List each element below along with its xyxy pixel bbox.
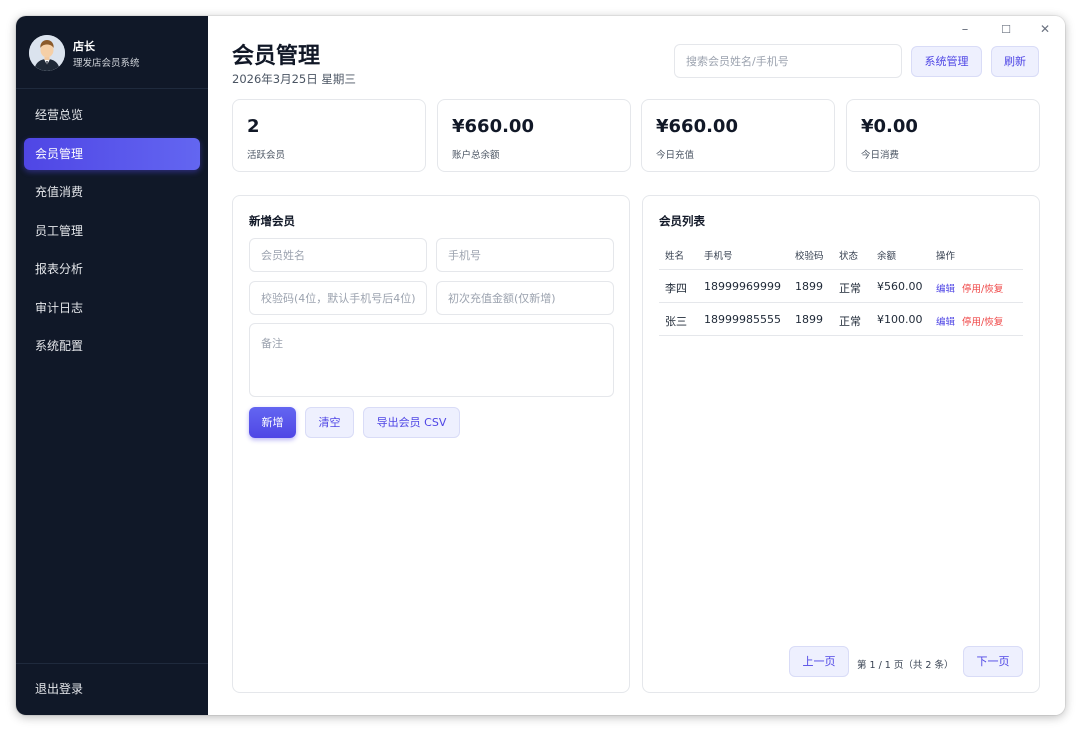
sidebar-item-settings[interactable]: 系统配置 bbox=[24, 330, 200, 362]
next-page-button[interactable]: 下一页 bbox=[963, 646, 1023, 677]
app-window: 店长 理发店会员系统 经营总览 会员管理 充值消费 员工管理 报表分析 审计日志… bbox=[16, 16, 1065, 715]
note-textarea[interactable] bbox=[250, 324, 613, 396]
phone-field bbox=[436, 238, 614, 272]
stat-label: 今日充值 bbox=[656, 150, 695, 161]
avatar bbox=[29, 35, 65, 71]
stat-label: 今日消费 bbox=[861, 150, 900, 161]
verify-code-field bbox=[249, 281, 427, 315]
main-content: – ☐ ✕ 会员管理 2026年3月25日 星期三 系统管理 刷新 2 活跃会员… bbox=[208, 16, 1065, 715]
panel-title: 会员列表 bbox=[659, 214, 705, 228]
cell-status: 正常 bbox=[839, 282, 861, 295]
pagination-info: 第 1 / 1 页（共 2 条） bbox=[857, 660, 954, 671]
sidebar-divider bbox=[16, 663, 208, 664]
minimize-icon[interactable]: – bbox=[955, 22, 975, 37]
cell-balance: ¥100.00 bbox=[877, 313, 923, 326]
table-row: 李四 18999969999 1899 正常 ¥560.00 编辑 停用/恢复 bbox=[659, 270, 1023, 303]
cell-balance: ¥560.00 bbox=[877, 280, 923, 293]
stat-value: ¥0.00 bbox=[861, 116, 918, 137]
toggle-status-link[interactable]: 停用/恢复 bbox=[962, 314, 1003, 328]
phone-input[interactable] bbox=[437, 239, 613, 271]
refresh-button[interactable]: 刷新 bbox=[991, 46, 1039, 77]
stat-card-today-consumption: ¥0.00 今日消费 bbox=[846, 99, 1040, 172]
profile-subtitle: 理发店会员系统 bbox=[73, 58, 140, 69]
initial-deposit-input[interactable] bbox=[437, 282, 613, 314]
cell-name: 张三 bbox=[665, 315, 687, 328]
column-header-name: 姓名 bbox=[665, 251, 685, 262]
column-header-code: 校验码 bbox=[795, 251, 824, 262]
cell-phone: 18999969999 bbox=[704, 280, 781, 293]
column-header-balance: 余额 bbox=[877, 251, 897, 262]
sidebar-divider bbox=[16, 88, 208, 89]
sidebar: 店长 理发店会员系统 经营总览 会员管理 充值消费 员工管理 报表分析 审计日志… bbox=[16, 16, 208, 715]
cell-code: 1899 bbox=[795, 313, 823, 326]
sidebar-item-overview[interactable]: 经营总览 bbox=[24, 99, 200, 131]
profile-name: 店长 bbox=[73, 40, 95, 53]
verify-code-input[interactable] bbox=[250, 282, 426, 314]
cell-name: 李四 bbox=[665, 282, 687, 295]
member-list-panel: 会员列表 姓名 手机号 校验码 状态 余额 操作 李四 18999969999 … bbox=[642, 195, 1040, 693]
sidebar-item-members[interactable]: 会员管理 bbox=[24, 137, 200, 170]
column-header-actions: 操作 bbox=[936, 251, 956, 262]
page-date: 2026年3月25日 星期三 bbox=[232, 72, 356, 86]
toggle-status-link[interactable]: 停用/恢复 bbox=[962, 281, 1003, 295]
sidebar-item-reports[interactable]: 报表分析 bbox=[24, 253, 200, 285]
user-profile: 店长 理发店会员系统 bbox=[29, 35, 199, 71]
member-name-input[interactable] bbox=[250, 239, 426, 271]
panel-title: 新增会员 bbox=[249, 214, 295, 228]
initial-deposit-field bbox=[436, 281, 614, 315]
sidebar-item-recharge[interactable]: 充值消费 bbox=[24, 176, 200, 208]
prev-page-button[interactable]: 上一页 bbox=[789, 646, 849, 677]
table-row: 张三 18999985555 1899 正常 ¥100.00 编辑 停用/恢复 bbox=[659, 303, 1023, 336]
cell-status: 正常 bbox=[839, 315, 861, 328]
search-input[interactable] bbox=[675, 45, 901, 77]
sidebar-item-audit-log[interactable]: 审计日志 bbox=[24, 292, 200, 324]
stat-card-active-members: 2 活跃会员 bbox=[232, 99, 426, 172]
logout-button[interactable]: 退出登录 bbox=[35, 680, 83, 697]
cell-phone: 18999985555 bbox=[704, 313, 781, 326]
cell-code: 1899 bbox=[795, 280, 823, 293]
clear-button[interactable]: 清空 bbox=[305, 407, 354, 438]
close-icon[interactable]: ✕ bbox=[1035, 22, 1055, 36]
edit-link[interactable]: 编辑 bbox=[936, 281, 955, 295]
note-field bbox=[249, 323, 614, 397]
edit-link[interactable]: 编辑 bbox=[936, 314, 955, 328]
add-member-button[interactable]: 新增 bbox=[249, 407, 296, 438]
stat-label: 活跃会员 bbox=[247, 150, 286, 161]
new-member-panel: 新增会员 新增 清空 导出会员 CSV bbox=[232, 195, 630, 693]
column-header-status: 状态 bbox=[839, 251, 859, 262]
stat-value: 2 bbox=[247, 116, 260, 137]
stat-value: ¥660.00 bbox=[656, 116, 738, 137]
sidebar-nav: 经营总览 会员管理 充值消费 员工管理 报表分析 审计日志 系统配置 bbox=[24, 99, 200, 369]
search-input-wrapper bbox=[674, 44, 902, 78]
table-header: 姓名 手机号 校验码 状态 余额 操作 bbox=[659, 244, 1023, 270]
page-title: 会员管理 bbox=[232, 44, 321, 69]
stat-label: 账户总余额 bbox=[452, 150, 500, 161]
stat-card-today-recharge: ¥660.00 今日充值 bbox=[641, 99, 835, 172]
stat-card-total-balance: ¥660.00 账户总余额 bbox=[437, 99, 631, 172]
system-management-button[interactable]: 系统管理 bbox=[911, 46, 982, 77]
column-header-phone: 手机号 bbox=[704, 251, 733, 262]
member-name-field bbox=[249, 238, 427, 272]
maximize-icon[interactable]: ☐ bbox=[996, 23, 1016, 36]
sidebar-item-staff[interactable]: 员工管理 bbox=[24, 215, 200, 247]
stat-value: ¥660.00 bbox=[452, 116, 534, 137]
export-csv-button[interactable]: 导出会员 CSV bbox=[363, 407, 460, 438]
